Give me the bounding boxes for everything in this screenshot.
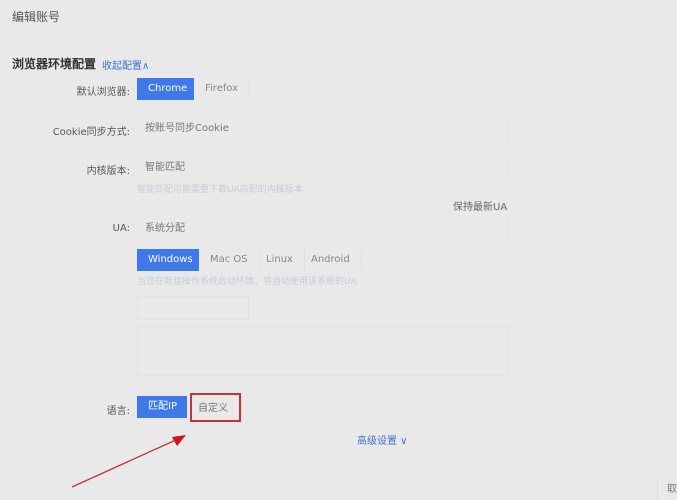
kernel-hint: 智能匹配可能需要下载UA匹配的内核版本 [137, 185, 303, 195]
os-linux-button[interactable]: Linux [255, 249, 305, 271]
section-title: 浏览器环境配置 [12, 57, 97, 71]
page-title: 编辑账号 [12, 10, 61, 24]
cookie-select[interactable]: 按账号同步Cookie [137, 118, 509, 140]
ua-version-select[interactable] [137, 296, 249, 320]
ua-select[interactable]: 系统分配 [137, 218, 509, 240]
language-label: 语言: [106, 406, 130, 417]
annotation-arrow-icon [71, 435, 186, 488]
collapse-config-link[interactable]: 收起配置∧ [102, 57, 149, 72]
ua-string-textarea[interactable] [137, 326, 509, 376]
ua-hint: 当您在新建操作系统启动环境，将自动使用该系统的UA [137, 277, 357, 287]
kernel-select[interactable]: 智能匹配 [137, 157, 509, 179]
os-windows-button[interactable]: Windows [137, 249, 199, 271]
language-match-ip-button[interactable]: 匹配IP [137, 396, 187, 418]
ua-label: UA: [112, 223, 130, 234]
advanced-settings-toggle[interactable]: 高级设置 ∨ [357, 432, 408, 447]
keep-latest-ua-toggle[interactable]: 保持最新UA [453, 198, 507, 213]
browser-label: 默认浏览器: [76, 87, 130, 98]
browser-chrome-button[interactable]: Chrome [137, 78, 194, 100]
os-macos-button[interactable]: Mac OS [199, 249, 260, 271]
cookie-label: Cookie同步方式: [52, 127, 130, 138]
cancel-button[interactable]: 取 [657, 480, 677, 500]
kernel-label: 内核版本: [86, 166, 130, 177]
language-custom-button[interactable]: 自定义 [190, 393, 241, 422]
os-android-button[interactable]: Android [300, 249, 362, 271]
browser-firefox-button[interactable]: Firefox [194, 78, 251, 100]
